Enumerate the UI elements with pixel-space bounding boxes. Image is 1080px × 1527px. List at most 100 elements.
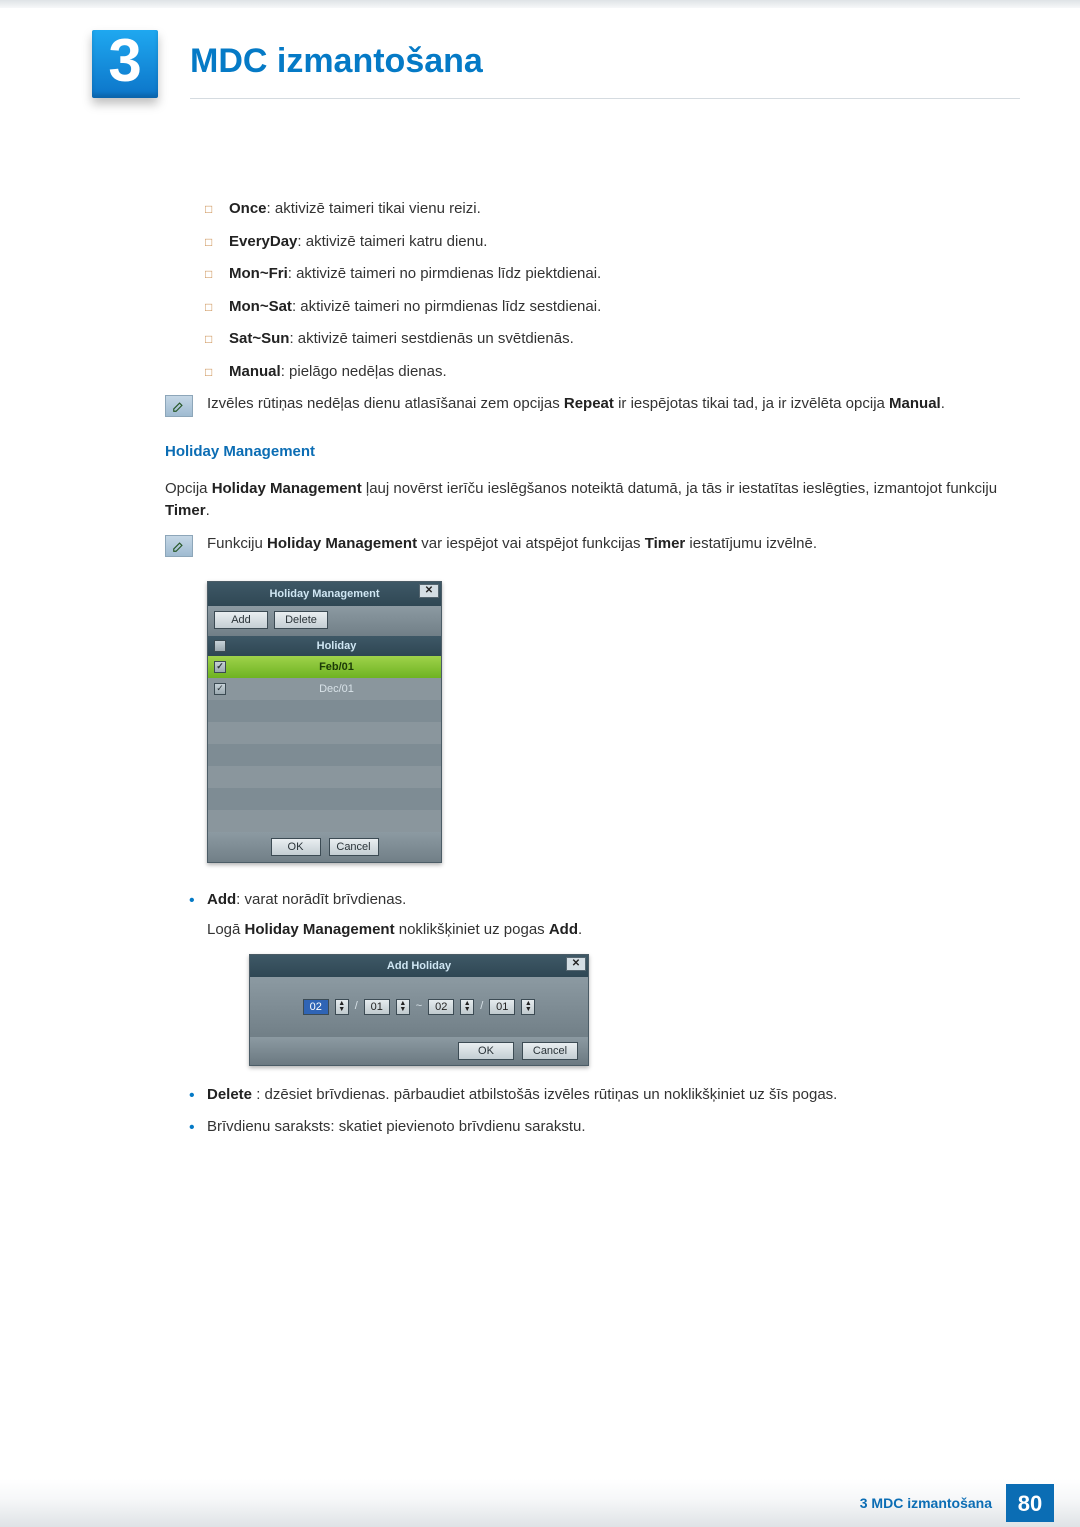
table-header: Holiday bbox=[208, 636, 441, 656]
t: var iespējot vai atspējot funkcijas bbox=[417, 535, 645, 552]
spinner-button[interactable]: ▲▼ bbox=[396, 999, 410, 1015]
term: Sat~Sun bbox=[229, 330, 289, 347]
t: Repeat bbox=[564, 395, 614, 412]
action-list: Add: varat norādīt brīvdienas. Logā Holi… bbox=[189, 889, 1010, 1139]
t: Add bbox=[549, 921, 578, 938]
month-start-input[interactable]: 02 bbox=[303, 999, 329, 1015]
desc: : dzēsiet brīvdienas. pārbaudiet atbilst… bbox=[252, 1086, 837, 1103]
pencil-icon bbox=[165, 395, 193, 417]
term: Delete bbox=[207, 1086, 252, 1103]
month-end-input[interactable]: 02 bbox=[428, 999, 454, 1015]
table-row bbox=[208, 700, 441, 722]
close-button[interactable]: ✕ bbox=[566, 957, 586, 971]
t: Manual bbox=[889, 395, 941, 412]
list-item: EveryDay: aktivizē taimeri katru dienu. bbox=[205, 231, 1010, 254]
add-holiday-dialog-figure: Add Holiday ✕ 02 ▲▼ / 01 ▲▼ ~ 02 ▲▼ bbox=[249, 954, 1010, 1066]
list-item: Sat~Sun: aktivizē taimeri sestdienās un … bbox=[205, 328, 1010, 351]
holiday-management-dialog: Holiday Management ✕ Add Delete Holiday … bbox=[207, 581, 442, 863]
dialog-toolbar: Add Delete bbox=[208, 606, 441, 636]
delete-button[interactable]: Delete bbox=[274, 611, 328, 629]
t: Funkciju bbox=[207, 535, 267, 552]
table-row bbox=[208, 722, 441, 744]
desc: : aktivizē taimeri tikai vienu reizi. bbox=[267, 200, 481, 217]
table-row bbox=[208, 744, 441, 766]
day-end-input[interactable]: 01 bbox=[489, 999, 515, 1015]
ok-button[interactable]: OK bbox=[271, 838, 321, 856]
term: Mon~Fri bbox=[229, 265, 288, 282]
content-area: Once: aktivizē taimeri tikai vienu reizi… bbox=[165, 198, 1010, 1139]
table-row bbox=[208, 766, 441, 788]
t: . bbox=[578, 921, 582, 938]
t: ir iespējotas tikai tad, ja ir izvēlēta … bbox=[614, 395, 889, 412]
chapter-number-badge: 3 bbox=[92, 30, 158, 98]
term: EveryDay bbox=[229, 233, 297, 250]
close-button[interactable]: ✕ bbox=[419, 584, 439, 598]
cell: Feb/01 bbox=[232, 656, 441, 678]
checkbox-icon[interactable]: ✓ bbox=[214, 661, 226, 673]
list-item: Once: aktivizē taimeri tikai vienu reizi… bbox=[205, 198, 1010, 221]
title-text: Holiday Management bbox=[269, 588, 379, 600]
page-number: 80 bbox=[1006, 1484, 1054, 1522]
t: . bbox=[206, 502, 210, 519]
add-button[interactable]: Add bbox=[214, 611, 268, 629]
desc: : aktivizē taimeri no pirmdienas līdz pi… bbox=[288, 265, 601, 282]
note-repeat: Izvēles rūtiņas nedēļas dienu atlasīšana… bbox=[165, 393, 1010, 417]
note-text: Funkciju Holiday Management var iespējot… bbox=[207, 533, 1010, 557]
cancel-button[interactable]: Cancel bbox=[329, 838, 379, 856]
t: Logā bbox=[207, 921, 245, 938]
t: iestatījumu izvēlnē. bbox=[685, 535, 817, 552]
list-item-add: Add: varat norādīt brīvdienas. Logā Holi… bbox=[189, 889, 1010, 1066]
list-item-delete: Delete : dzēsiet brīvdienas. pārbaudiet … bbox=[189, 1084, 1010, 1107]
t: . bbox=[941, 395, 945, 412]
top-gradient bbox=[0, 0, 1080, 8]
t: noklikšķiniet uz pogas bbox=[395, 921, 549, 938]
repeat-options-list: Once: aktivizē taimeri tikai vienu reizi… bbox=[205, 198, 1010, 383]
desc: : aktivizē taimeri katru dienu. bbox=[297, 233, 487, 250]
list-item: Mon~Sat: aktivizē taimeri no pirmdienas … bbox=[205, 296, 1010, 319]
page-header: 3 MDC izmantošana bbox=[0, 8, 1080, 98]
dialog-footer: OK Cancel bbox=[208, 832, 441, 862]
desc: : aktivizē taimeri no pirmdienas līdz se… bbox=[292, 298, 601, 315]
desc: : pielāgo nedēļas dienas. bbox=[281, 363, 447, 380]
table-row bbox=[208, 810, 441, 832]
t: ļauj novērst ierīču ieslēgšanos noteiktā… bbox=[362, 480, 997, 497]
t: Timer bbox=[165, 502, 206, 519]
pencil-icon bbox=[165, 535, 193, 557]
desc: Brīvdienu saraksts: skatiet pievienoto b… bbox=[207, 1118, 586, 1135]
spinner-button[interactable]: ▲▼ bbox=[335, 999, 349, 1015]
page-footer: 3 MDC izmantošana 80 bbox=[0, 1479, 1080, 1527]
t: Opcija bbox=[165, 480, 212, 497]
header-rule bbox=[190, 98, 1020, 99]
cancel-button[interactable]: Cancel bbox=[522, 1042, 578, 1060]
desc: : varat norādīt brīvdienas. bbox=[236, 891, 406, 908]
t: Izvēles rūtiņas nedēļas dienu atlasīšana… bbox=[207, 395, 564, 412]
term: Once bbox=[229, 200, 267, 217]
note-holiday: Funkciju Holiday Management var iespējot… bbox=[165, 533, 1010, 557]
add-instruction: Logā Holiday Management noklikšķiniet uz… bbox=[207, 919, 1010, 942]
holiday-management-dialog-figure: Holiday Management ✕ Add Delete Holiday … bbox=[207, 581, 1010, 863]
table-row bbox=[208, 788, 441, 810]
table-row[interactable]: ✓ Dec/01 bbox=[208, 678, 441, 700]
term: Add bbox=[207, 891, 236, 908]
title-text: Add Holiday bbox=[387, 960, 451, 972]
checkbox-icon[interactable]: ✓ bbox=[214, 683, 226, 695]
add-holiday-dialog: Add Holiday ✕ 02 ▲▼ / 01 ▲▼ ~ 02 ▲▼ bbox=[249, 954, 589, 1066]
checkbox-icon bbox=[214, 640, 226, 652]
dialog-body: 02 ▲▼ / 01 ▲▼ ~ 02 ▲▼ / 01 ▲▼ bbox=[250, 977, 588, 1037]
list-item-list: Brīvdienu saraksts: skatiet pievienoto b… bbox=[189, 1116, 1010, 1139]
header-holiday: Holiday bbox=[232, 636, 441, 656]
desc: : aktivizē taimeri sestdienās un svētdie… bbox=[289, 330, 573, 347]
cell: Dec/01 bbox=[232, 678, 441, 700]
header-check[interactable] bbox=[208, 636, 232, 656]
spinner-button[interactable]: ▲▼ bbox=[521, 999, 535, 1015]
dialog-title: Add Holiday ✕ bbox=[250, 955, 588, 977]
ok-button[interactable]: OK bbox=[458, 1042, 514, 1060]
spinner-button[interactable]: ▲▼ bbox=[460, 999, 474, 1015]
holiday-table: Holiday ✓ Feb/01 ✓ Dec/01 bbox=[208, 636, 441, 832]
table-row[interactable]: ✓ Feb/01 bbox=[208, 656, 441, 678]
term: Manual bbox=[229, 363, 281, 380]
range-tilde: ~ bbox=[416, 998, 422, 1015]
t: Timer bbox=[645, 535, 686, 552]
day-start-input[interactable]: 01 bbox=[364, 999, 390, 1015]
list-item: Manual: pielāgo nedēļas dienas. bbox=[205, 361, 1010, 384]
